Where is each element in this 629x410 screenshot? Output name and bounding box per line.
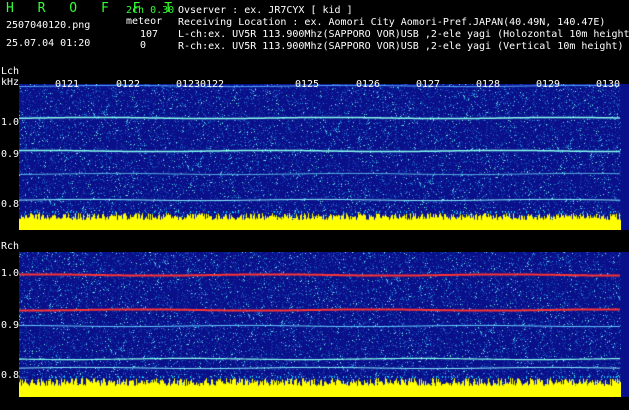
rch-edge-strip — [621, 252, 629, 397]
time-label: 0123 — [176, 79, 201, 90]
observer-line: Ovserver : ex. JR7CYX [ kid ] — [178, 5, 353, 16]
lch-label: Lch — [1, 66, 20, 77]
lch-tick-0.9: 0.9 — [1, 149, 20, 160]
rch-tick-0.9: 0.9 — [1, 320, 20, 331]
lch-spectrogram — [19, 84, 621, 230]
lch-tick-1.0: 1.0 — [1, 117, 20, 128]
rch-tick-0.8: 0.8 — [1, 370, 20, 381]
lch-spectrogram-canvas — [19, 84, 621, 230]
timestamp: 25.07.04 01:20 — [6, 38, 91, 49]
lch-tick-0.8: 0.8 — [1, 199, 20, 210]
khz-label: kHz — [1, 77, 20, 88]
rch-spectrogram-canvas — [19, 252, 621, 397]
time-label: 0125 — [295, 79, 320, 90]
rch-label: Rch — [1, 241, 20, 252]
time-label: 0122 — [116, 79, 141, 90]
time-label: 0122 — [200, 79, 225, 90]
time-label: 0130 — [596, 79, 621, 90]
time-label: 0128 — [476, 79, 501, 90]
time-label: 0126 — [356, 79, 381, 90]
lch-edge-strip — [621, 84, 629, 230]
rch-line: R-ch:ex. UV5R 113.900Mhz(SAPPORO VOR)USB… — [178, 41, 624, 52]
time-label: 0129 — [536, 79, 561, 90]
rch-tick-1.0: 1.0 — [1, 268, 20, 279]
meteor-count-r: 0 — [140, 40, 147, 51]
time-label: 0127 — [416, 79, 441, 90]
location-line: Receiving Location : ex. Aomori City Aom… — [178, 17, 606, 28]
lch-line: L-ch:ex. UV5R 113.900Mhz(SAPPORO VOR)USB… — [178, 29, 629, 40]
time-label: 0121 — [55, 79, 80, 90]
filename: 2507040120.png — [6, 20, 91, 31]
meteor-label: meteor — [126, 16, 163, 27]
rch-spectrogram — [19, 252, 621, 397]
